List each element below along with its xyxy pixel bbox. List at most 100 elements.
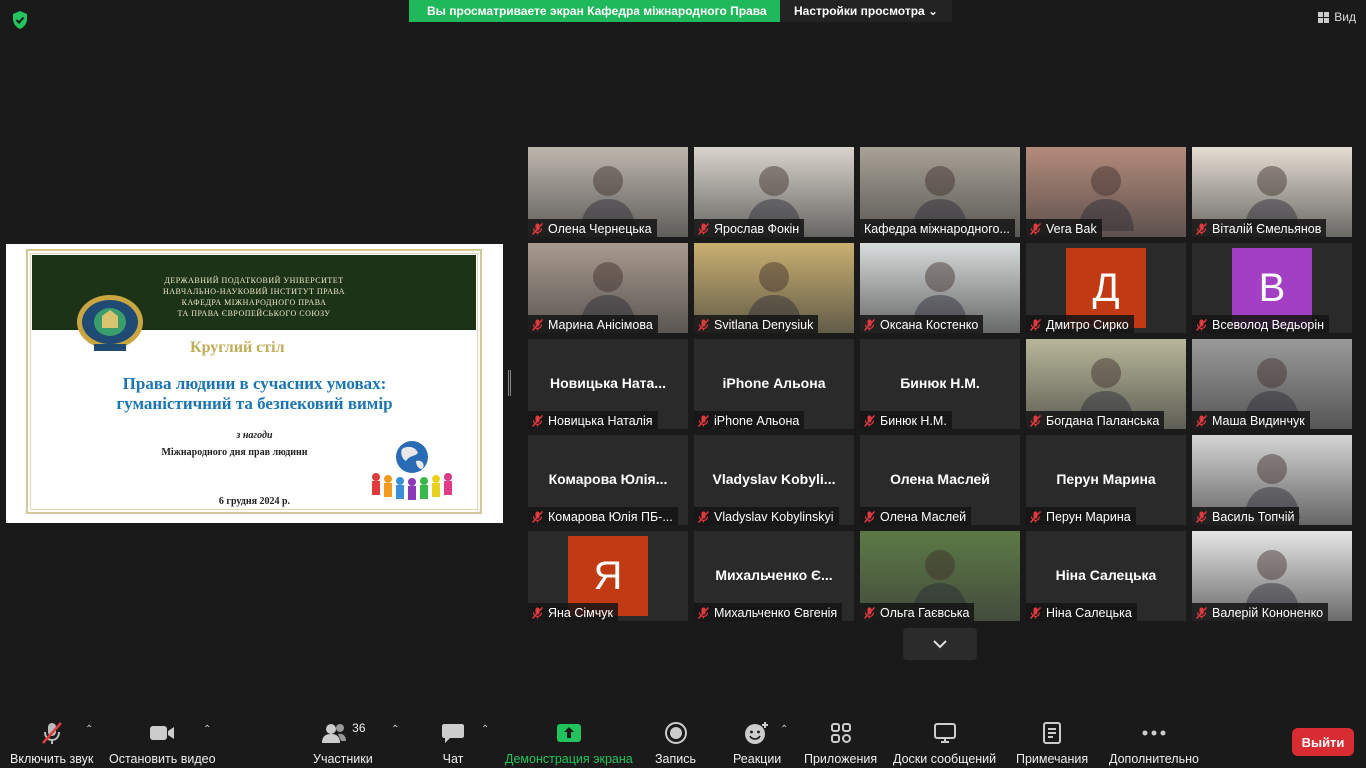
participant-name-label: Олена Чернецька	[528, 219, 657, 237]
microphone-muted-icon	[531, 319, 544, 331]
microphone-muted-icon	[863, 607, 876, 619]
reactions-options-caret[interactable]: ⌃	[780, 724, 788, 735]
participant-tile[interactable]: Ніна Салецька Ніна Салецька	[1026, 531, 1186, 621]
participant-tile[interactable]: Бинюк Н.М. Бинюк Н.М.	[860, 339, 1020, 429]
participant-name-label: Бинюк Н.М.	[860, 411, 952, 429]
microphone-muted-icon	[697, 223, 710, 235]
chat-button[interactable]: Чат	[441, 718, 465, 766]
participant-tile[interactable]: iPhone Альона iPhone Альона	[694, 339, 854, 429]
participants-options-caret[interactable]: ⌃	[391, 724, 399, 735]
participant-tile[interactable]: В Всеволод Ведьорін	[1192, 243, 1352, 333]
participant-tile[interactable]: Оксана Костенко	[860, 243, 1020, 333]
participant-name: Vladyslav Kobylinskyi	[714, 510, 834, 524]
participant-name-label: Яна Сімчук	[528, 603, 618, 621]
participant-tile[interactable]: Богдана Паланська	[1026, 339, 1186, 429]
participant-name: Богдана Паланська	[1046, 414, 1160, 428]
participant-name: Ольга Гаєвська	[880, 606, 970, 620]
shared-screen-slide[interactable]: ДЕРЖАВНИЙ ПОДАТКОВИЙ УНІВЕРСИТЕТ НАВЧАЛЬ…	[6, 244, 503, 523]
participant-name-label: Маша Видинчук	[1192, 411, 1310, 429]
avatar-letter: Я	[593, 553, 623, 598]
participant-tile[interactable]: Я Яна Сімчук	[528, 531, 688, 621]
apps-button[interactable]: Приложения	[804, 718, 877, 766]
participant-tile[interactable]: Ярослав Фокін	[694, 147, 854, 237]
participant-tile[interactable]: Перун Марина Перун Марина	[1026, 435, 1186, 525]
participant-tile[interactable]: Vera Bak	[1026, 147, 1186, 237]
participant-tile[interactable]: Svitlana Denysiuk	[694, 243, 854, 333]
participants-label: Участники	[313, 752, 373, 766]
security-shield-icon[interactable]	[10, 10, 30, 30]
participant-name: Олена Маслей	[880, 510, 967, 524]
share-screen-button[interactable]: Демонстрация экрана	[505, 718, 633, 766]
microphone-muted-icon	[531, 223, 544, 235]
apps-icon	[830, 723, 851, 743]
participant-display-name: Олена Маслей	[890, 471, 990, 487]
view-button[interactable]: Вид	[1318, 10, 1356, 24]
university-seal-icon	[77, 295, 143, 351]
chat-bubble-icon	[442, 724, 464, 743]
chat-label: Чат	[442, 752, 464, 766]
participants-button[interactable]: 36 Участники	[313, 718, 373, 766]
participant-name-label: Василь Топчій	[1192, 507, 1300, 525]
participant-display-name: Бинюк Н.М.	[900, 375, 980, 391]
microphone-muted-icon	[1195, 415, 1208, 427]
participant-name-label: Перун Марина	[1026, 507, 1136, 525]
microphone-muted-icon	[697, 607, 710, 619]
participant-tile[interactable]: Михальченко Є... Михальченко Євгенія	[694, 531, 854, 621]
participant-tile[interactable]: Віталій Ємельянов	[1192, 147, 1352, 237]
participant-name-label: Ярослав Фокін	[694, 219, 805, 237]
audio-options-caret[interactable]: ⌃	[85, 724, 93, 735]
participant-name: Василь Топчій	[1212, 510, 1295, 524]
participant-tile[interactable]: Новицька Ната... Новицька Наталія	[528, 339, 688, 429]
participant-display-name: Ніна Салецька	[1055, 567, 1157, 583]
microphone-muted-icon	[863, 511, 876, 523]
whiteboards-button[interactable]: Доски сообщений	[893, 718, 996, 766]
microphone-muted-icon	[41, 722, 62, 744]
participant-tile[interactable]: Кафедра міжнародного...	[860, 147, 1020, 237]
more-label: Дополнительно	[1109, 752, 1199, 766]
participant-tile[interactable]: Олена Маслей Олена Маслей	[860, 435, 1020, 525]
participant-tile[interactable]: Валерій Кононенко	[1192, 531, 1352, 621]
participant-tile[interactable]: Д Дмитро Сирко	[1026, 243, 1186, 333]
stop-video-button[interactable]: Остановить видео	[109, 718, 216, 766]
video-camera-icon	[150, 726, 175, 740]
participant-name: Всеволод Ведьорін	[1212, 318, 1324, 332]
notes-button[interactable]: Примечания	[1016, 718, 1088, 766]
participant-name: Комарова Юлія ПБ-...	[548, 510, 673, 524]
participant-tile[interactable]: Олена Чернецька	[528, 147, 688, 237]
unmute-button[interactable]: Включить звук	[10, 718, 93, 766]
participant-tile[interactable]: Василь Топчій	[1192, 435, 1352, 525]
participant-name-label: Ніна Салецька	[1026, 603, 1137, 621]
participant-tile[interactable]: Комарова Юлія... Комарова Юлія ПБ-...	[528, 435, 688, 525]
participant-display-name: Vladyslav Kobyli...	[712, 471, 836, 487]
microphone-muted-icon	[1029, 415, 1042, 427]
participant-name: Ніна Салецька	[1046, 606, 1132, 620]
microphone-muted-icon	[863, 319, 876, 331]
participant-display-name: Комарова Юлія...	[548, 471, 668, 487]
chat-options-caret[interactable]: ⌃	[481, 724, 489, 735]
participant-tile[interactable]: Vladyslav Kobyli... Vladyslav Kobylinskyi	[694, 435, 854, 525]
video-options-caret[interactable]: ⌃	[203, 724, 211, 735]
participant-name-label: Валерій Кононенко	[1192, 603, 1329, 621]
participant-name: Оксана Костенко	[880, 318, 979, 332]
view-label: Вид	[1334, 10, 1356, 24]
participant-name-label: iPhone Альона	[694, 411, 805, 429]
microphone-muted-icon	[1029, 319, 1042, 331]
record-button[interactable]: Запись	[655, 718, 696, 766]
participant-name-label: Оксана Костенко	[860, 315, 984, 333]
participant-name: Михальченко Євгенія	[714, 606, 838, 620]
next-page-button[interactable]	[903, 628, 977, 660]
share-screen-label: Демонстрация экрана	[505, 752, 633, 766]
more-button[interactable]: Дополнительно	[1109, 718, 1199, 766]
microphone-muted-icon	[531, 415, 544, 427]
participant-tile[interactable]: Марина Анісімова	[528, 243, 688, 333]
chevron-down-icon: ⌄	[927, 4, 938, 18]
avatar-letter: Д	[1092, 265, 1120, 310]
view-settings-dropdown[interactable]: Настройки просмотра ⌄	[780, 0, 952, 22]
participant-tile[interactable]: Маша Видинчук	[1192, 339, 1352, 429]
microphone-muted-icon	[1195, 607, 1208, 619]
leave-button[interactable]: Выйти	[1292, 728, 1354, 756]
participant-tile[interactable]: Ольга Гаєвська	[860, 531, 1020, 621]
reactions-button[interactable]: Реакции	[733, 718, 781, 766]
panel-resize-handle[interactable]	[508, 370, 511, 396]
participant-name: Валерій Кононенко	[1212, 606, 1324, 620]
